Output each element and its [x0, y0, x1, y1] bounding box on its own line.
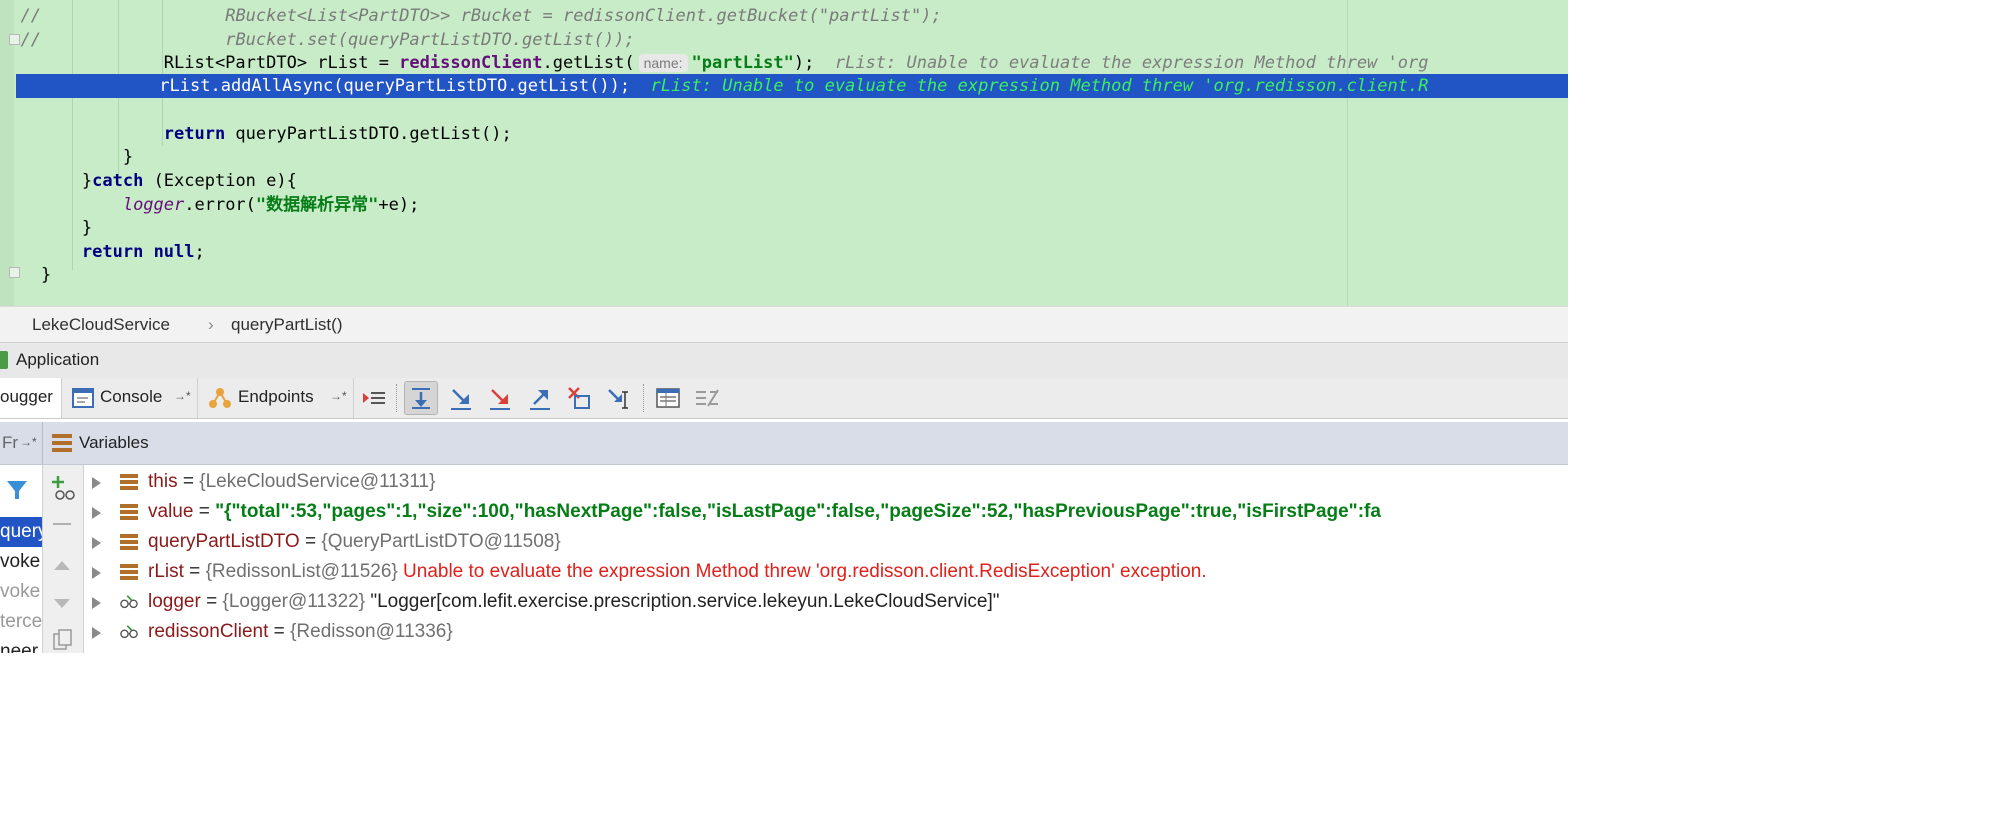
code-line: return null; — [81, 242, 205, 262]
expand-arrow-icon[interactable] — [92, 567, 101, 579]
run-config-title[interactable]: Application — [16, 350, 99, 370]
code-editor[interactable]: // RBucket<List<PartDTO>> rBucket = redi… — [0, 0, 1568, 306]
console-icon — [72, 388, 94, 408]
trace-stream-icon[interactable] — [693, 384, 721, 412]
tab-debugger[interactable]: ougger — [0, 378, 62, 418]
show-execution-point-icon[interactable] — [360, 384, 388, 412]
variables-panel-header: Fr →* Variables — [0, 422, 1568, 465]
pin-icon[interactable]: →* — [330, 389, 347, 403]
watch-glasses-icon — [120, 595, 138, 609]
variables-header-label: Variables — [79, 433, 149, 452]
watch-glasses-icon — [120, 625, 138, 639]
breadcrumb-class[interactable]: LekeCloudService — [32, 315, 170, 335]
expand-arrow-icon[interactable] — [92, 537, 101, 549]
remove-watch-icon[interactable] — [53, 523, 71, 525]
spring-app-icon — [0, 351, 8, 369]
debugger-toolbar: ougger Console →* Endpoints →* — [0, 378, 1568, 419]
copy-icon[interactable] — [53, 629, 73, 651]
expand-arrow-icon[interactable] — [92, 477, 101, 489]
expand-arrow-icon[interactable] — [92, 507, 101, 519]
force-step-into-icon[interactable] — [486, 384, 514, 412]
expand-arrow-icon[interactable] — [92, 627, 101, 639]
breadcrumb-separator: › — [208, 315, 214, 334]
code-line: } — [40, 265, 52, 285]
step-out-icon[interactable] — [526, 384, 554, 412]
code-line: return queryPartListDTO.getList(); — [163, 124, 512, 144]
pin-icon[interactable]: →* — [20, 435, 37, 449]
toolbar-separator — [643, 384, 645, 412]
breadcrumb-method[interactable]: queryPartList() — [231, 315, 342, 335]
panel-divider — [42, 422, 43, 464]
endpoints-icon — [209, 388, 231, 408]
variables-icon — [52, 434, 72, 452]
move-up-icon[interactable] — [54, 561, 70, 570]
frame-item-selected[interactable]: queryP — [0, 517, 42, 547]
code-line-commented: // RBucket<List<PartDTO>> rBucket = redi… — [20, 6, 942, 26]
step-over-button[interactable] — [404, 381, 438, 415]
variables-tree: this = {LekeCloudService@11311} value = … — [84, 465, 1568, 653]
run-to-cursor-icon[interactable] — [605, 384, 633, 412]
code-line: }catch (Exception e){ — [81, 171, 297, 191]
frame-item[interactable]: neer — [0, 637, 42, 653]
step-into-icon[interactable] — [447, 384, 475, 412]
inline-debug-value: rList: Unable to evaluate the expression… — [650, 76, 1429, 96]
tab-endpoints[interactable]: Endpoints →* — [198, 378, 354, 418]
expand-arrow-icon[interactable] — [92, 597, 101, 609]
tab-console[interactable]: Console →* — [62, 378, 198, 418]
toolbar-separator — [396, 384, 398, 412]
new-watch-icon[interactable] — [50, 474, 76, 500]
code-line: logger.error("数据解析异常"+e); — [122, 195, 420, 215]
breadcrumb: LekeCloudService › queryPartList() — [0, 306, 1568, 343]
code-line: } — [122, 147, 134, 167]
code-line-commented: // rBucket.set(queryPartListDTO.getList(… — [20, 30, 635, 50]
move-down-icon[interactable] — [54, 599, 70, 608]
field-icon — [120, 504, 138, 520]
code-line: } — [81, 218, 93, 238]
debug-window-header: Application — [0, 342, 1568, 379]
evaluate-expression-icon[interactable] — [654, 384, 682, 412]
step-over-icon — [412, 388, 430, 409]
evaluation-error-text: Unable to evaluate the expression Method… — [403, 561, 1207, 582]
code-line: RList<PartDTO> rList = redissonClient.ge… — [163, 53, 1429, 73]
frame-item[interactable]: voke — [0, 577, 42, 607]
inline-debug-value: rList: Unable to evaluate the expression… — [834, 53, 1429, 73]
field-icon — [120, 534, 138, 550]
frames-list: queryP voke voke terce neer — [0, 465, 43, 653]
frame-item[interactable]: terce — [0, 607, 42, 637]
frames-header-label[interactable]: Fr — [2, 433, 18, 453]
field-icon — [120, 474, 138, 490]
pin-icon[interactable]: →* — [174, 389, 191, 403]
execution-point-line: rList.addAllAsync(queryPartListDTO.getLi… — [16, 74, 1568, 98]
filter-icon[interactable] — [5, 478, 29, 502]
field-icon — [120, 564, 138, 580]
parameter-hint: name: — [638, 54, 688, 72]
drop-frame-icon[interactable] — [565, 384, 593, 412]
variables-side-toolbar — [43, 465, 84, 653]
frame-item[interactable]: voke — [0, 547, 42, 577]
